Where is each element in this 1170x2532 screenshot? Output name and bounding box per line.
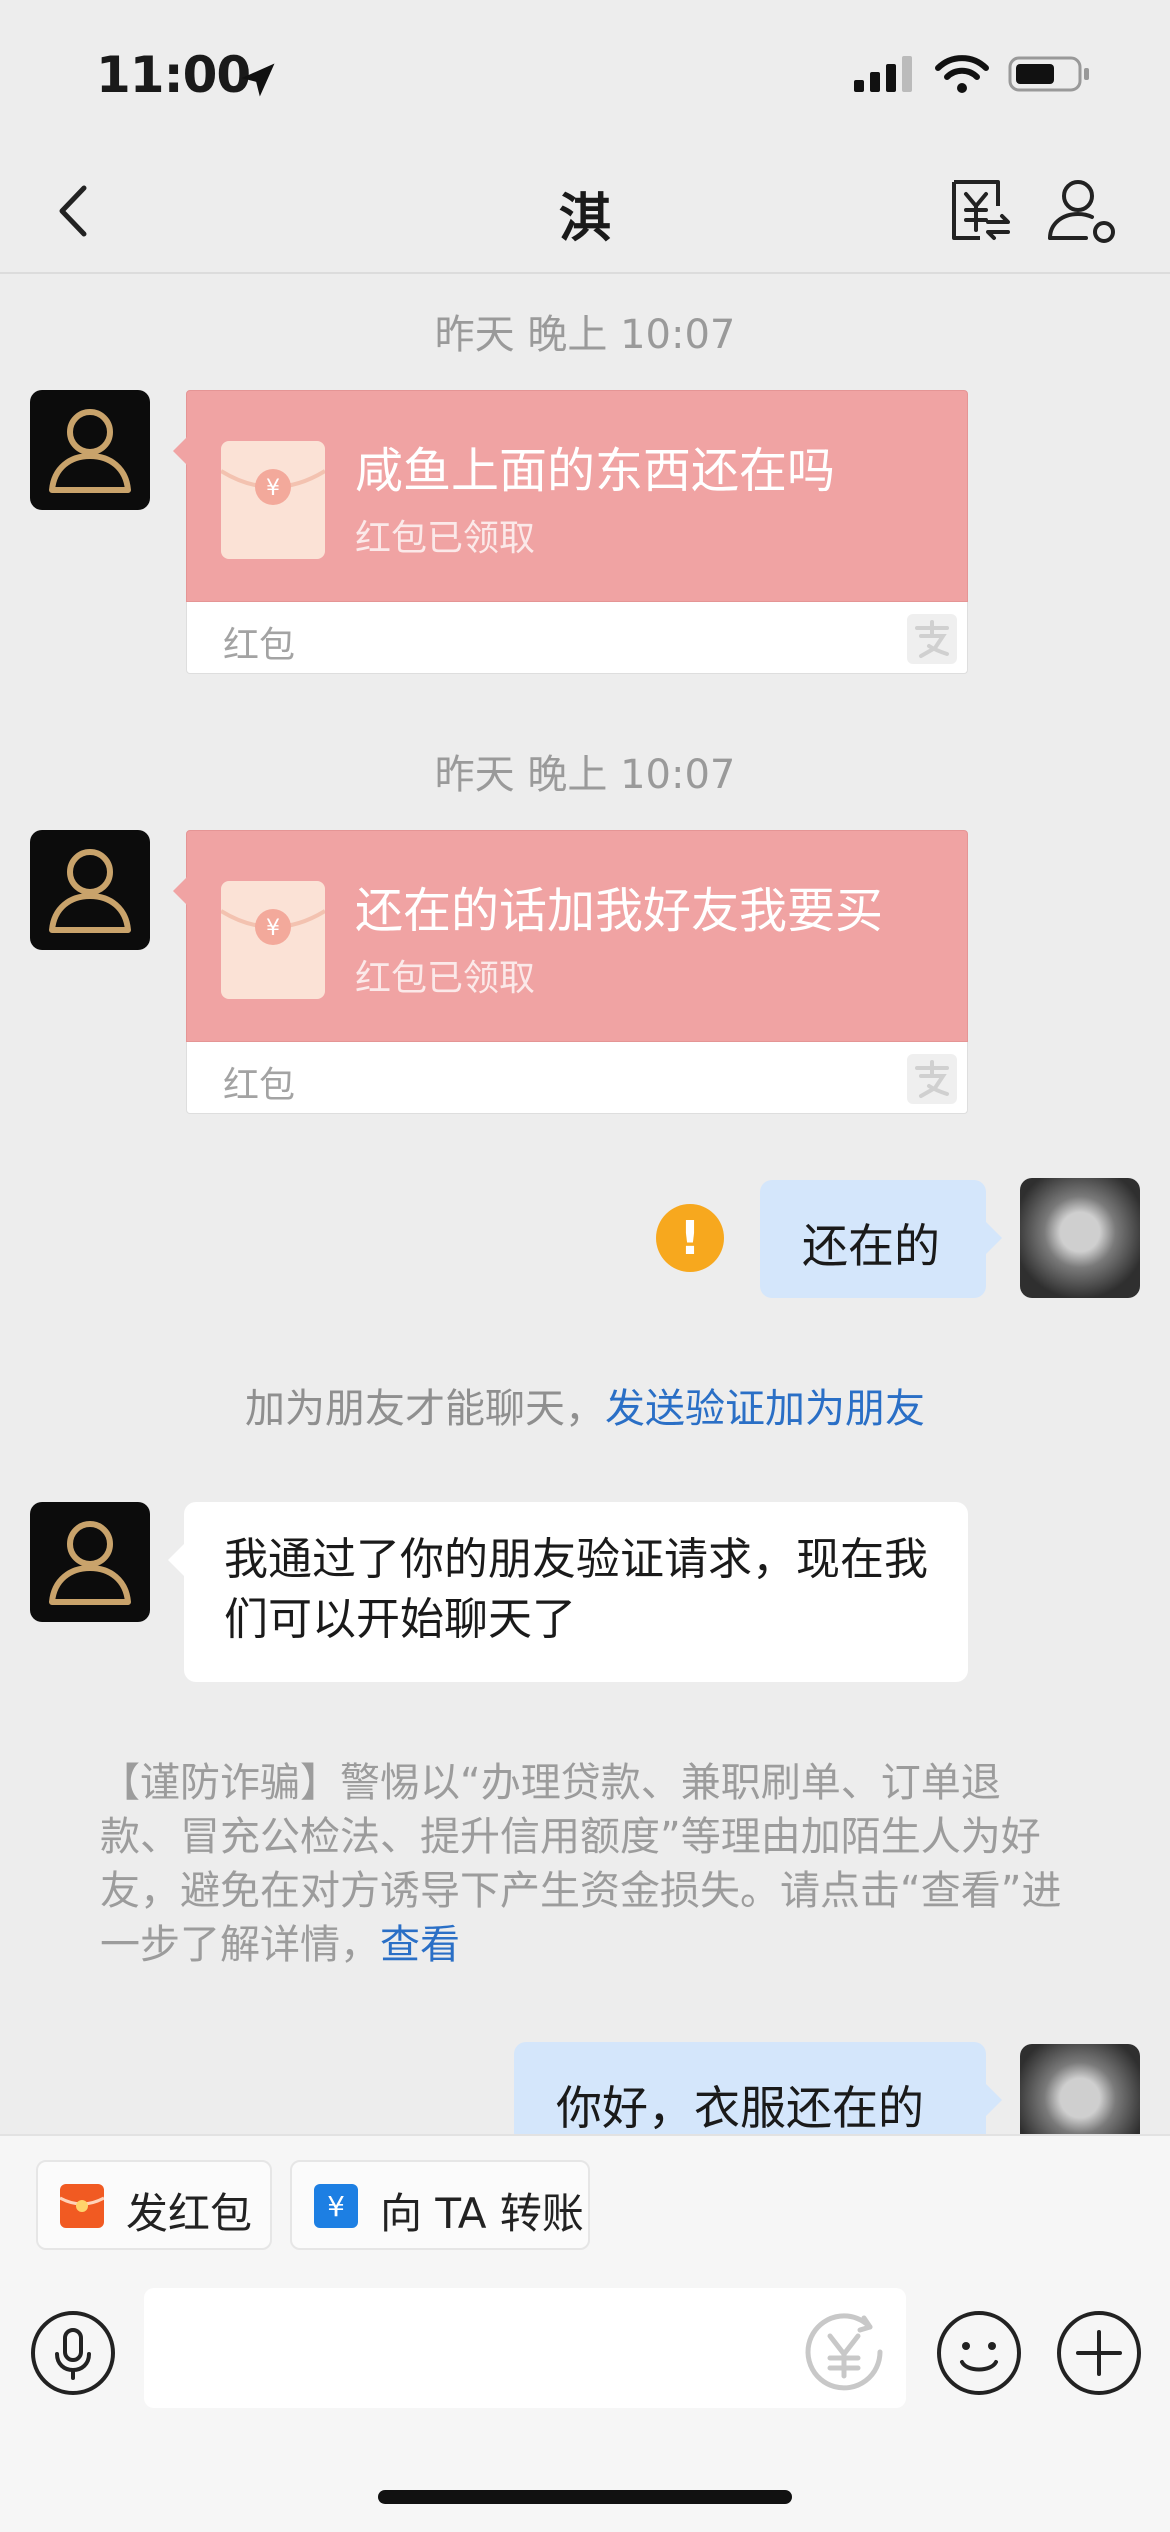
red-packet-status: 红包已领取 xyxy=(355,958,536,999)
chat-area[interactable]: 昨天 晚上 10:07 ¥ 咸鱼上面的东西还在吗 红包已领取 红包 昨天 晚上 … xyxy=(0,274,1170,2134)
red-packet-title: 咸鱼上面的东西还在吗 xyxy=(355,443,836,499)
view-details-link[interactable]: 查看 xyxy=(380,1922,460,1968)
chat-header: 淇 xyxy=(0,150,1170,274)
system-message-text: 加为朋友才能聊天， xyxy=(245,1386,605,1432)
red-packet-footer: 红包 xyxy=(186,602,968,674)
send-verification-link[interactable]: 发送验证加为朋友 xyxy=(605,1386,925,1432)
send-red-packet-label: 发红包 xyxy=(126,2189,253,2238)
message-input[interactable] xyxy=(144,2288,906,2408)
avatar[interactable] xyxy=(30,390,150,510)
svg-text:¥: ¥ xyxy=(266,916,280,941)
svg-text:¥: ¥ xyxy=(327,2190,345,2223)
signal-icon xyxy=(854,56,912,92)
system-message: 加为朋友才能聊天，发送验证加为朋友 xyxy=(0,1376,1170,1434)
red-packet-footer: 红包 xyxy=(186,1042,968,1114)
avatar-self[interactable] xyxy=(1020,1178,1140,1298)
red-envelope-icon: ¥ xyxy=(219,881,327,999)
transfer-button[interactable]: ¥ 向 TA 转账 xyxy=(290,2160,590,2250)
red-packet-message[interactable]: ¥ 咸鱼上面的东西还在吗 红包已领取 红包 xyxy=(173,390,968,674)
home-indicator xyxy=(378,2490,792,2504)
status-bar: 11:00 xyxy=(0,0,1170,150)
red-packet-title: 还在的话加我好友我要买 xyxy=(355,883,884,939)
status-time: 11:00 xyxy=(96,46,251,104)
emoji-icon[interactable] xyxy=(934,2308,1024,2398)
fraud-warning-text: 【谨防诈骗】警惕以“办理贷款、兼职刷单、订单退款、冒充公检法、提升信用额度”等理… xyxy=(100,1760,1062,1968)
red-packet-label: 红包 xyxy=(223,625,296,666)
user-placeholder-icon xyxy=(49,1521,131,1605)
transfer-label: 向 TA 转账 xyxy=(380,2189,584,2238)
user-placeholder-icon xyxy=(49,849,131,933)
avatar-self[interactable] xyxy=(1020,2044,1140,2134)
red-packet-icon xyxy=(59,2184,105,2228)
red-packet-message[interactable]: ¥ 还在的话加我好友我要买 红包已领取 红包 xyxy=(173,830,968,1114)
microphone-icon[interactable] xyxy=(28,2308,118,2398)
red-packet-body: ¥ 咸鱼上面的东西还在吗 红包已领取 xyxy=(173,390,968,602)
battery-icon xyxy=(1008,56,1089,92)
avatar[interactable] xyxy=(30,830,150,950)
send-red-packet-button[interactable]: 发红包 xyxy=(36,2160,272,2250)
user-placeholder-icon xyxy=(49,409,131,493)
timestamp: 昨天 晚上 10:07 xyxy=(434,312,736,358)
red-packet-status: 红包已领取 xyxy=(355,518,536,559)
transfer-icon: ¥ xyxy=(314,2184,358,2228)
fraud-warning-notice: 【谨防诈骗】警惕以“办理贷款、兼职刷单、订单退款、冒充公检法、提升信用额度”等理… xyxy=(100,1756,1080,1972)
outgoing-message[interactable]: 你好，衣服还在的 xyxy=(514,2042,1002,2134)
yuan-circle-icon[interactable] xyxy=(800,2308,888,2396)
red-packet-body: ¥ 还在的话加我好友我要买 红包已领取 xyxy=(173,830,968,1042)
wifi-icon xyxy=(935,55,989,93)
avatar[interactable] xyxy=(30,1502,150,1622)
user-settings-icon[interactable] xyxy=(1042,170,1122,250)
outgoing-message[interactable]: 还在的 xyxy=(760,1180,1002,1298)
alipay-logo-icon xyxy=(907,614,957,664)
plus-icon[interactable] xyxy=(1054,2308,1144,2398)
send-failed-icon[interactable]: ! xyxy=(656,1204,724,1272)
svg-text:¥: ¥ xyxy=(266,476,280,501)
red-packet-label: 红包 xyxy=(223,1065,296,1106)
location-arrow-icon xyxy=(241,63,275,97)
input-bar: 发红包 ¥ 向 TA 转账 xyxy=(0,2134,1170,2532)
timestamp: 昨天 晚上 10:07 xyxy=(434,752,736,798)
yuan-exchange-icon[interactable] xyxy=(940,170,1020,250)
alipay-logo-icon xyxy=(907,1054,957,1104)
incoming-message[interactable]: 我通过了你的朋友验证请求，现在我们可以开始聊天了 xyxy=(168,1502,968,1682)
red-envelope-icon: ¥ xyxy=(219,441,327,559)
